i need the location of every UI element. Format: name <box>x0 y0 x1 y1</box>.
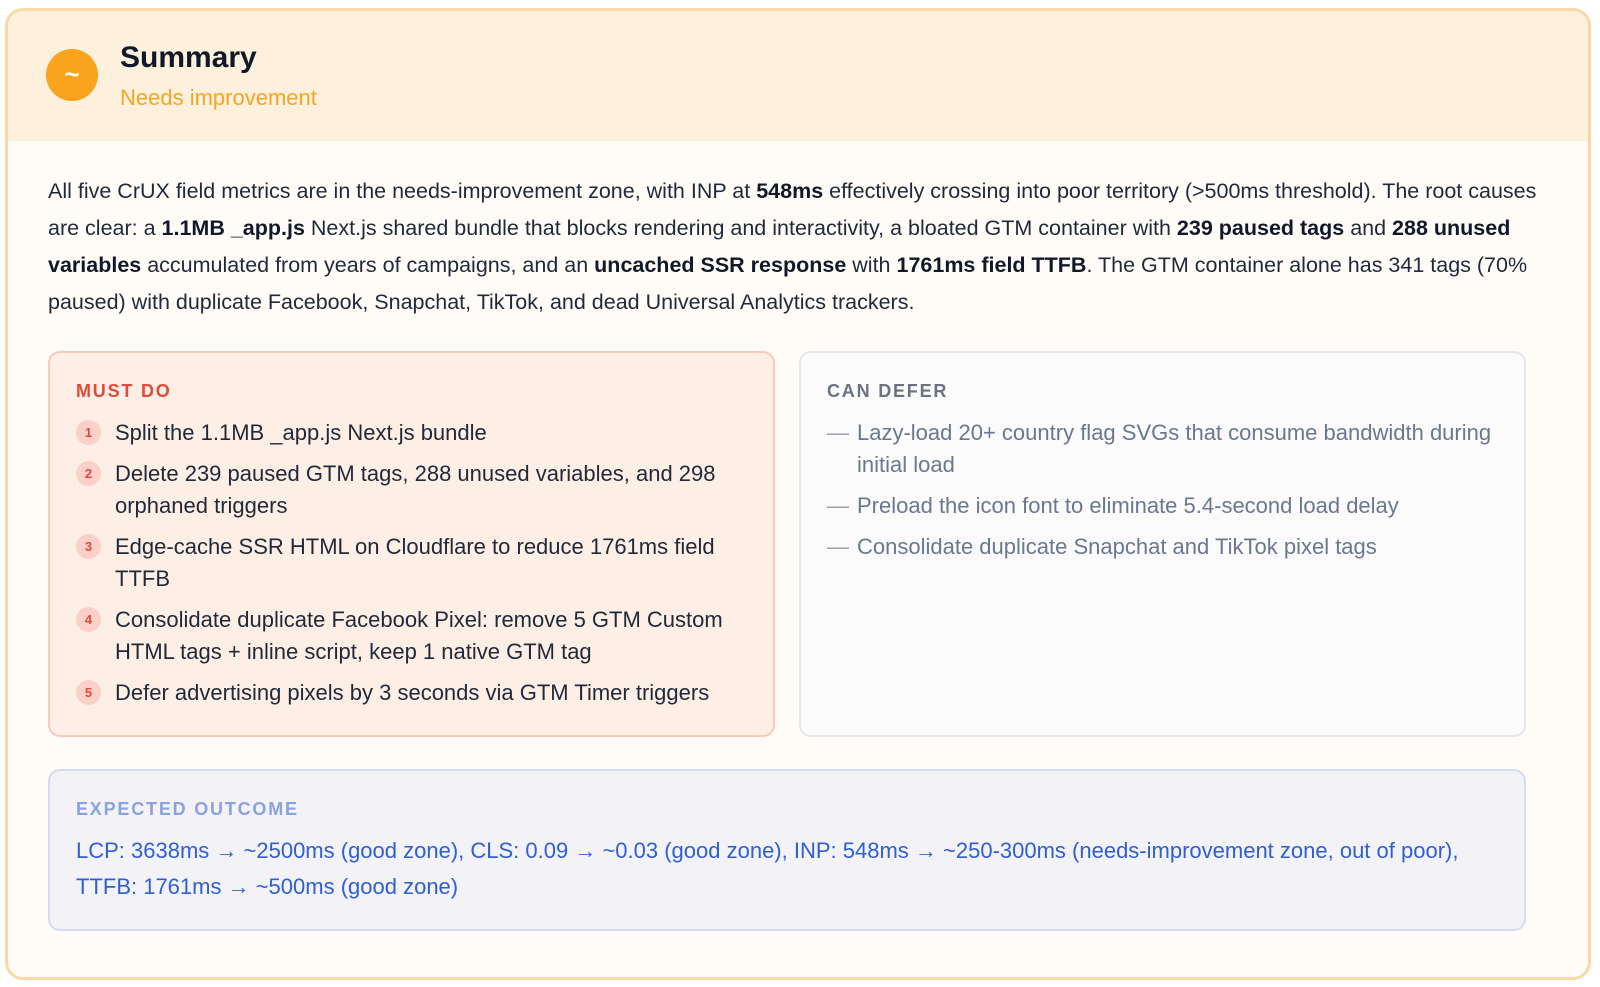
summary-highlight: 239 paused tags <box>1176 216 1345 240</box>
summary-highlight: 1.1MB _app.js <box>161 216 305 240</box>
must-do-title: MUST DO <box>76 381 172 401</box>
can-defer-item: — Lazy-load 20+ country flag SVGs that co… <box>827 417 1504 481</box>
must-do-item: 4 Consolidate duplicate Facebook Pixel: r… <box>76 604 753 668</box>
summary-text-run: accumulated from years of campaigns, and… <box>141 253 595 277</box>
must-do-item-text: Delete 239 paused GTM tags, 288 unused v… <box>115 461 716 518</box>
must-do-item: 3 Edge-cache SSR HTML on Cloudflare to re… <box>76 531 753 595</box>
can-defer-item-text: Preload the icon font to eliminate 5.4-s… <box>857 493 1399 518</box>
dash-bullet: — <box>827 420 849 445</box>
can-defer-item-text: Lazy-load 20+ country flag SVGs that con… <box>857 420 1492 477</box>
number-badge: 4 <box>76 607 101 632</box>
summary-highlight: 1761ms field TTFB <box>896 253 1087 277</box>
number-badge: 2 <box>76 461 101 486</box>
must-do-item-text: Defer advertising pixels by 3 seconds vi… <box>115 680 710 705</box>
expected-outcome-panel: EXPECTED OUTCOME LCP: 3638ms → ~2500ms (… <box>48 769 1526 931</box>
summary-text-run: All five CrUX field metrics are in the n… <box>48 179 757 203</box>
must-do-list: 1 Split the 1.1MB _app.js Next.js bundle 2… <box>76 417 753 718</box>
summary-text-run: Next.js shared bundle that blocks render… <box>304 216 1177 240</box>
must-do-item: 1 Split the 1.1MB _app.js Next.js bundle <box>76 417 753 449</box>
summary-header: ~ Summary Needs improvement <box>8 11 1588 141</box>
dash-bullet: — <box>827 534 849 559</box>
summary-card: ~ Summary Needs improvement All five CrU… <box>5 8 1591 980</box>
can-defer-item-text: Consolidate duplicate Snapchat and TikTo… <box>857 534 1377 559</box>
expected-outcome-text: LCP: 3638ms → ~2500ms (good zone), CLS: … <box>76 838 1459 899</box>
dash-bullet: — <box>827 493 849 518</box>
status-tilde-icon: ~ <box>46 49 98 101</box>
can-defer-panel: CAN DEFER — Lazy-load 20+ country flag SV… <box>799 351 1526 737</box>
must-do-panel: MUST DO 1 Split the 1.1MB _app.js Next.js… <box>48 351 775 737</box>
can-defer-item: — Consolidate duplicate Snapchat and TikT… <box>827 531 1504 563</box>
summary-title: Summary <box>120 41 257 74</box>
summary-highlight: 548ms <box>756 179 824 203</box>
number-badge: 1 <box>76 420 101 445</box>
can-defer-title: CAN DEFER <box>827 381 949 401</box>
must-do-item-text: Split the 1.1MB _app.js Next.js bundle <box>115 420 487 445</box>
must-do-item-text: Consolidate duplicate Facebook Pixel: re… <box>115 607 723 664</box>
summary-highlight: uncached SSR response <box>594 253 847 277</box>
summary-text-run: and <box>1344 216 1393 240</box>
number-badge: 5 <box>76 680 101 705</box>
can-defer-item: — Preload the icon font to eliminate 5.4-… <box>827 490 1504 522</box>
expected-outcome-title: EXPECTED OUTCOME <box>76 799 299 819</box>
must-do-item: 2 Delete 239 paused GTM tags, 288 unused … <box>76 458 753 522</box>
status-label: Needs improvement <box>120 85 317 110</box>
summary-text-run: with <box>846 253 897 277</box>
must-do-item: 5 Defer advertising pixels by 3 seconds v… <box>76 677 753 709</box>
summary-paragraph: All five CrUX field metrics are in the n… <box>48 173 1543 321</box>
number-badge: 3 <box>76 534 101 559</box>
must-do-item-text: Edge-cache SSR HTML on Cloudflare to red… <box>115 534 715 591</box>
can-defer-list: — Lazy-load 20+ country flag SVGs that co… <box>827 417 1504 572</box>
